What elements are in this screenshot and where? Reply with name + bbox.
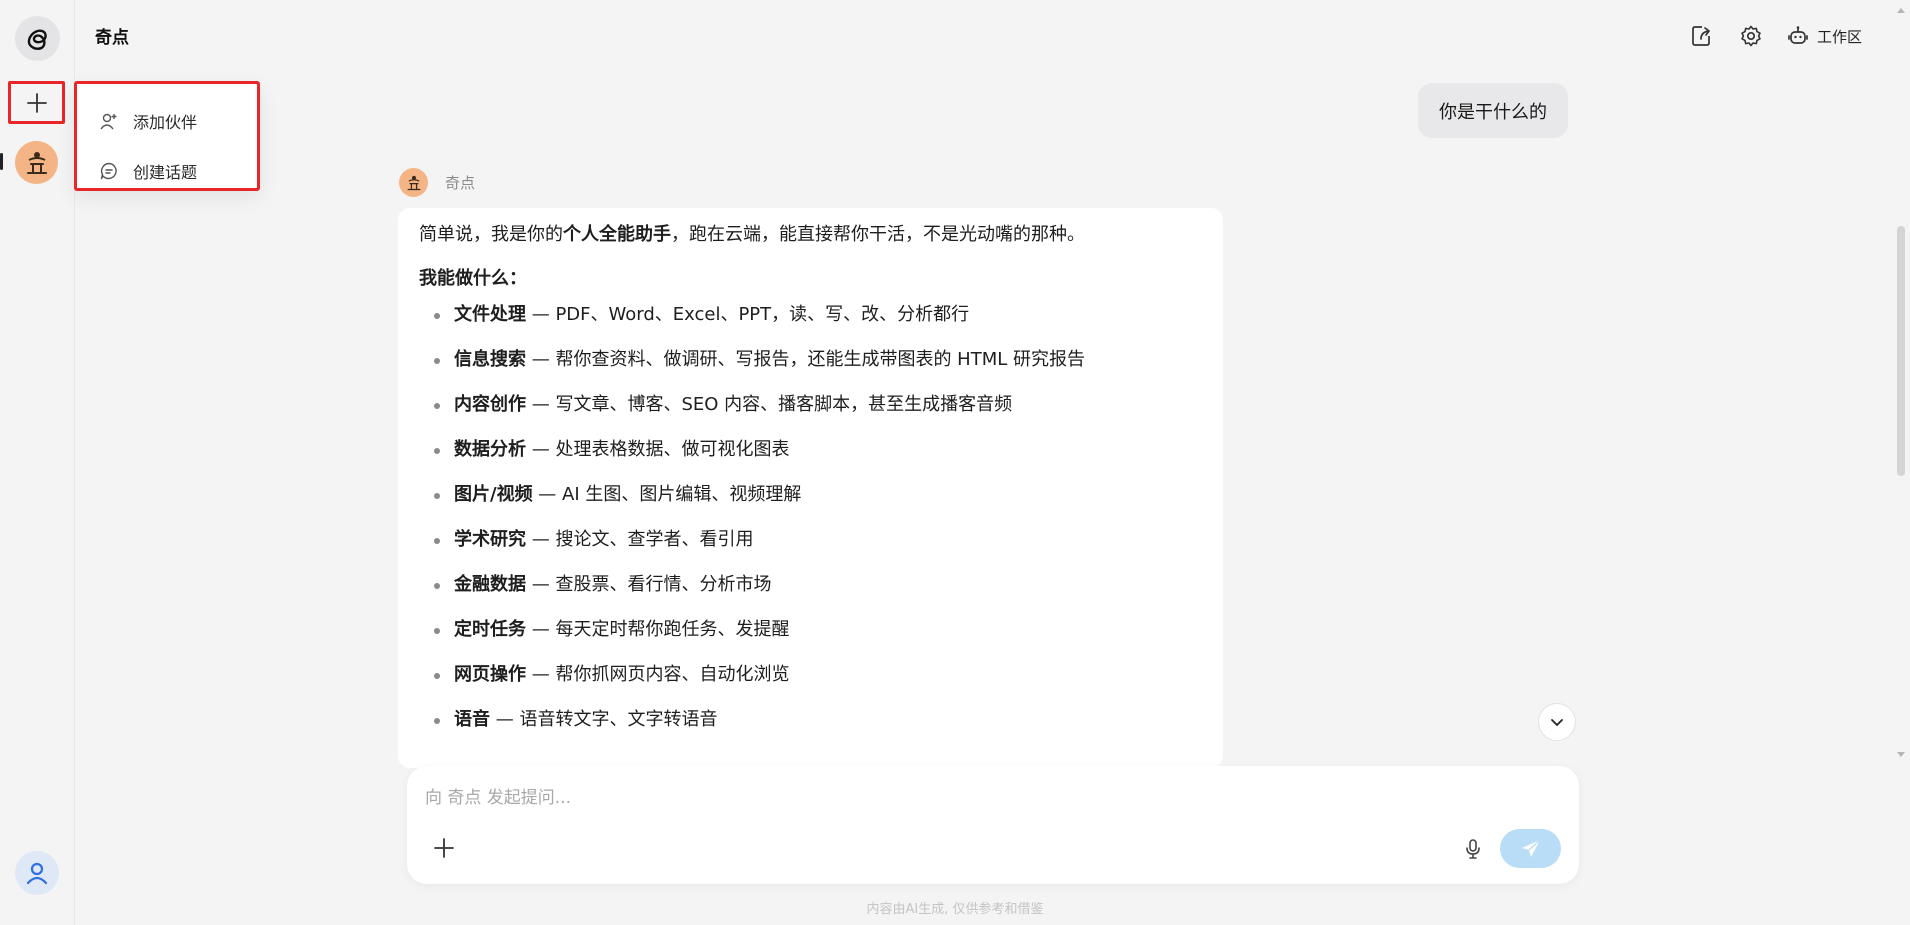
user-message: 你是干什么的 — [1418, 83, 1568, 138]
ai-disclaimer: 内容由AI生成, 仅供参考和借鉴 — [866, 902, 1044, 917]
bot-header: 奇点 — [399, 168, 475, 197]
plus-icon — [434, 838, 454, 858]
attach-button[interactable] — [431, 835, 457, 861]
scroll-up-arrow-icon[interactable] — [1896, 6, 1906, 14]
add-user-icon — [99, 111, 119, 131]
list-item: 网页操作 — 帮你抓网页内容、自动化浏览 — [419, 662, 1202, 707]
feature-desc: — 处理表格数据、做可视化图表 — [526, 439, 790, 460]
menu-item-add-partner[interactable]: 添加伙伴 — [77, 96, 257, 146]
feature-list: 文件处理 — PDF、Word、Excel、PPT，读、写、改、分析都行 信息搜… — [419, 302, 1202, 752]
share-icon — [1692, 26, 1710, 46]
feature-desc: — 帮你抓网页内容、自动化浏览 — [526, 664, 790, 685]
left-rail — [0, 0, 75, 925]
feature-title: 学术研究 — [454, 529, 526, 550]
intro-bold: 个人全能助手 — [563, 224, 671, 245]
chat-icon — [99, 161, 119, 181]
menu-item-label: 创建话题 — [133, 163, 198, 182]
robot-icon — [1785, 23, 1811, 49]
list-item: 数据分析 — 处理表格数据、做可视化图表 — [419, 437, 1202, 482]
feature-title: 内容创作 — [454, 394, 526, 415]
bot-message: 简单说，我是你的个人全能助手，跑在云端，能直接帮你干活，不是光动嘴的那种。 我能… — [398, 208, 1223, 768]
send-icon — [1521, 838, 1540, 857]
microphone-icon — [1466, 839, 1480, 859]
agent-avatar-icon — [407, 175, 420, 190]
workspace-label: 工作区 — [1816, 27, 1862, 46]
menu-item-create-topic[interactable]: 创建话题 — [77, 146, 257, 196]
feature-desc: — 查股票、看行情、分析市场 — [526, 574, 772, 595]
feature-desc: — 帮你查资料、做调研、写报告，还能生成带图表的 HTML 研究报告 — [526, 349, 1085, 370]
intro-prefix: 简单说，我是你的 — [419, 224, 563, 245]
list-item: 语音 — 语音转文字、文字转语音 — [419, 707, 1202, 752]
feature-desc: — PDF、Word、Excel、PPT，读、写、改、分析都行 — [526, 304, 970, 325]
composer — [407, 766, 1579, 884]
feature-title: 定时任务 — [454, 619, 526, 640]
list-item: 文件处理 — PDF、Word、Excel、PPT，读、写、改、分析都行 — [419, 302, 1202, 347]
agent-avatar-button[interactable] — [15, 141, 58, 184]
bot-avatar — [399, 168, 428, 197]
feature-desc: — AI 生图、图片编辑、视频理解 — [532, 484, 802, 505]
list-item: 学术研究 — 搜论文、查学者、看引用 — [419, 527, 1202, 572]
feature-desc: — 写文章、博客、SEO 内容、播客脚本，甚至生成播客音频 — [526, 394, 1013, 415]
share-button[interactable] — [1685, 20, 1717, 52]
page-title: 奇点 — [95, 28, 129, 48]
scroll-down-arrow-icon[interactable] — [1896, 751, 1906, 759]
feature-title: 网页操作 — [454, 664, 526, 685]
logo-icon — [27, 29, 47, 50]
scroll-to-bottom-button[interactable] — [1538, 703, 1576, 741]
bot-name: 奇点 — [445, 174, 476, 192]
settings-button[interactable] — [1735, 20, 1767, 52]
new-menu: 添加伙伴 创建话题 — [74, 81, 260, 191]
new-button[interactable] — [8, 81, 65, 124]
feature-desc: — 语音转文字、文字转语音 — [490, 709, 718, 730]
list-item: 图片/视频 — AI 生图、图片编辑、视频理解 — [419, 482, 1202, 527]
intro-suffix: ，跑在云端，能直接帮你干活，不是光动嘴的那种。 — [671, 224, 1085, 245]
feature-title: 图片/视频 — [454, 484, 533, 505]
list-item: 信息搜索 — 帮你查资料、做调研、写报告，还能生成带图表的 HTML 研究报告 — [419, 347, 1202, 392]
chevron-down-icon — [1551, 719, 1563, 726]
app-window: 添加伙伴 创建话题 奇点 工作区 你是干什么的 奇点 简单说，我是你的个人全能助… — [0, 0, 1910, 925]
workspace-button[interactable]: 工作区 — [1785, 23, 1862, 49]
scrollbar-thumb[interactable] — [1897, 226, 1905, 476]
feature-title: 金融数据 — [454, 574, 526, 595]
active-indicator — [0, 153, 3, 170]
menu-item-label: 添加伙伴 — [133, 113, 198, 132]
user-icon — [26, 862, 48, 885]
feature-desc: — 每天定时帮你跑任务、发提醒 — [526, 619, 790, 640]
header-actions: 工作区 — [1667, 20, 1862, 52]
list-item: 内容创作 — 写文章、博客、SEO 内容、播客脚本，甚至生成播客音频 — [419, 392, 1202, 437]
plus-icon — [26, 92, 47, 113]
gear-icon — [1741, 25, 1761, 47]
capabilities-heading: 我能做什么： — [419, 268, 527, 289]
send-button[interactable] — [1500, 829, 1561, 868]
list-item: 定时任务 — 每天定时帮你跑任务、发提醒 — [419, 617, 1202, 662]
voice-input-button[interactable] — [1459, 835, 1487, 863]
intro-paragraph: 简单说，我是你的个人全能助手，跑在云端，能直接帮你干活，不是光动嘴的那种。 — [419, 222, 1202, 248]
list-item: 金融数据 — 查股票、看行情、分析市场 — [419, 572, 1202, 617]
app-logo[interactable] — [15, 16, 60, 61]
user-avatar-button[interactable] — [15, 851, 59, 895]
message-input[interactable] — [425, 784, 1425, 812]
feature-desc: — 搜论文、查学者、看引用 — [526, 529, 754, 550]
feature-title: 数据分析 — [454, 439, 526, 460]
agent-avatar-icon — [26, 151, 47, 174]
feature-title: 信息搜索 — [454, 349, 526, 370]
feature-title: 语音 — [454, 709, 490, 730]
feature-title: 文件处理 — [454, 304, 526, 325]
